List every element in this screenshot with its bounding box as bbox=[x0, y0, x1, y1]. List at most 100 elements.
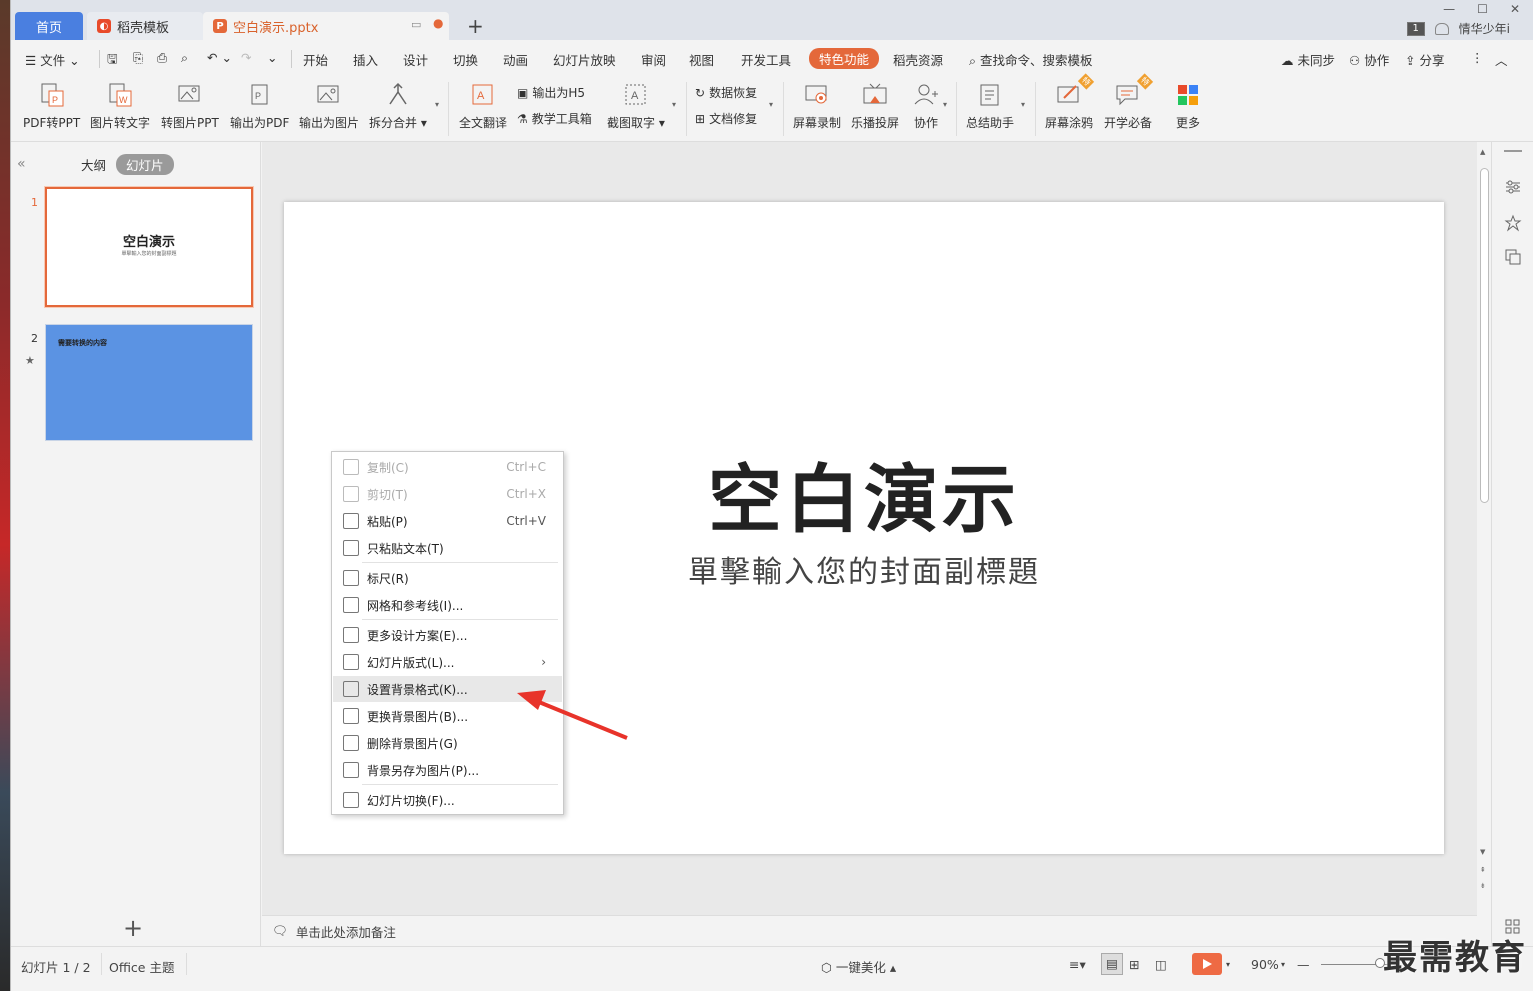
menu-slideshow[interactable]: 幻灯片放映 bbox=[553, 50, 616, 69]
zoom-dropdown-icon[interactable]: ▾ bbox=[1281, 960, 1285, 969]
avatar-icon[interactable] bbox=[1434, 22, 1449, 35]
school-essentials-button[interactable]: 特 开学必备 bbox=[1104, 73, 1154, 131]
screen-draw-button[interactable]: 特 屏幕涂鸦 bbox=[1045, 73, 1095, 131]
menu-animation[interactable]: 动画 bbox=[503, 50, 528, 69]
play-slideshow-button[interactable] bbox=[1192, 953, 1222, 975]
dropdown-arrow-icon[interactable]: ▾ bbox=[769, 100, 773, 109]
copy-layers-icon[interactable] bbox=[1504, 248, 1522, 266]
teaching-tools-button[interactable]: ⚗ 教学工具箱 bbox=[517, 110, 592, 127]
print-icon[interactable]: ⎙ bbox=[157, 50, 167, 66]
file-menu[interactable]: ☰ 文件 ⌄ bbox=[25, 50, 80, 69]
share-button[interactable]: ⇪ 分享 bbox=[1405, 50, 1444, 69]
beautify-button[interactable]: ⬡ 一键美化 ▴ bbox=[821, 957, 896, 976]
tab-slides[interactable]: 幻灯片 bbox=[116, 154, 174, 175]
menu-item-paste[interactable]: 粘贴(P) Ctrl+V bbox=[333, 508, 562, 534]
menu-item-save-bg-image[interactable]: 背景另存为图片(P)... bbox=[333, 757, 562, 783]
ribbon-collab-button[interactable]: 协作 bbox=[911, 80, 941, 131]
dropdown-arrow-icon[interactable]: ▾ bbox=[943, 100, 947, 109]
to-image-ppt-button[interactable]: 转图片PPT bbox=[161, 80, 219, 131]
tab-document[interactable]: P 空白演示.pptx ▭ ● bbox=[203, 12, 449, 40]
menu-special-features[interactable]: 特色功能 bbox=[809, 48, 880, 69]
summary-assistant-button[interactable]: 总结助手 bbox=[966, 80, 1014, 131]
scrollbar-thumb[interactable] bbox=[1480, 168, 1489, 503]
vertical-scrollbar[interactable]: ▲ ▼ ⇞ ⇟ bbox=[1477, 142, 1491, 915]
notes-toggle-icon[interactable]: ≡▾ bbox=[1069, 957, 1086, 972]
user-name[interactable]: 情华少年i bbox=[1459, 20, 1510, 37]
menu-review[interactable]: 审阅 bbox=[641, 50, 666, 69]
collapse-panel-icon[interactable]: « bbox=[17, 156, 26, 172]
menu-item-slide-layout[interactable]: 幻灯片版式(L)... › bbox=[333, 649, 562, 675]
notes-placeholder[interactable]: 单击此处添加备注 bbox=[296, 922, 396, 941]
export-icon[interactable]: ⎘ bbox=[133, 50, 143, 66]
tab-outline[interactable]: 大纲 bbox=[81, 155, 106, 174]
tab-home[interactable]: 首页 bbox=[15, 12, 83, 40]
tab-template[interactable]: ◐ 稻壳模板 bbox=[87, 12, 203, 40]
scroll-up-icon[interactable]: ▲ bbox=[1480, 148, 1485, 156]
sync-status[interactable]: ☁ 未同步 bbox=[1281, 50, 1335, 69]
menu-developer[interactable]: 开发工具 bbox=[741, 50, 791, 69]
screenshot-ocr-button[interactable]: A 截图取字 ▾ bbox=[607, 80, 665, 131]
menu-item-ruler[interactable]: 标尺(R) bbox=[333, 565, 562, 591]
data-recovery-button[interactable]: ↻ 数据恢复 bbox=[695, 84, 757, 101]
undo-icon[interactable]: ↶ ⌄ bbox=[207, 50, 232, 65]
split-merge-button[interactable]: 拆分合并 ▾ bbox=[369, 80, 427, 131]
slide-thumbnail-1[interactable]: 空白演示 單擊輸入您的封面副標題 bbox=[45, 187, 253, 307]
menu-docer-resources[interactable]: 稻壳资源 bbox=[893, 50, 943, 69]
menu-view[interactable]: 视图 bbox=[689, 50, 714, 69]
menu-item-paste-text-only[interactable]: 只粘贴文本(T) bbox=[333, 535, 562, 561]
more-options-icon[interactable]: ⋮ bbox=[1471, 50, 1484, 65]
minimize-icon[interactable]: — bbox=[1443, 2, 1455, 16]
translate-button[interactable]: A 全文翻译 bbox=[459, 80, 507, 131]
dropdown-arrow-icon[interactable]: ▾ bbox=[672, 100, 676, 109]
cast-screen-button[interactable]: 乐播投屏 bbox=[851, 80, 899, 131]
dropdown-arrow-icon[interactable]: ▾ bbox=[1021, 100, 1025, 109]
menu-design[interactable]: 设计 bbox=[403, 50, 428, 69]
save-icon[interactable]: 🖫 bbox=[107, 50, 118, 71]
window-count-badge[interactable]: 1 bbox=[1406, 21, 1425, 36]
notes-bar[interactable]: 🗨 单击此处添加备注 bbox=[262, 915, 1477, 946]
export-image-button[interactable]: 输出为图片 bbox=[299, 80, 359, 131]
menu-item-change-bg-image[interactable]: 更换背景图片(B)... bbox=[333, 703, 562, 729]
add-slide-button[interactable]: + bbox=[123, 914, 143, 942]
zoom-level[interactable]: 90% bbox=[1251, 957, 1279, 972]
screen-record-button[interactable]: 屏幕录制 bbox=[793, 80, 841, 131]
menu-item-delete-bg-image[interactable]: 删除背景图片(G) bbox=[333, 730, 562, 756]
export-pdf-button[interactable]: P 输出为PDF bbox=[230, 80, 289, 131]
doc-repair-button[interactable]: ⊞ 文档修复 bbox=[695, 110, 757, 127]
settings-sliders-icon[interactable] bbox=[1504, 178, 1522, 196]
pdf-to-ppt-button[interactable]: P PDF转PPT bbox=[23, 80, 80, 131]
menu-item-format-background[interactable]: 设置背景格式(K)... bbox=[333, 676, 562, 702]
zoom-out-icon[interactable]: — bbox=[1297, 957, 1310, 972]
dropdown-arrow-icon[interactable]: ▾ bbox=[435, 100, 439, 109]
collapse-ribbon-icon[interactable]: ︿ bbox=[1495, 50, 1508, 69]
menu-item-grid-guides[interactable]: 网格和参考线(I)... bbox=[333, 592, 562, 618]
theme-name[interactable]: Office 主题 bbox=[109, 957, 174, 976]
monitor-icon[interactable]: ▭ bbox=[411, 18, 421, 31]
menu-insert[interactable]: 插入 bbox=[353, 50, 378, 69]
menu-start[interactable]: 开始 bbox=[303, 50, 328, 69]
next-slide-icon[interactable]: ⇟ bbox=[1480, 882, 1486, 890]
preview-icon[interactable]: ⌕ bbox=[181, 50, 188, 66]
reading-view-icon[interactable]: ◫ bbox=[1155, 957, 1167, 972]
sorter-view-icon[interactable]: ⊞ bbox=[1129, 957, 1139, 972]
collab-button[interactable]: ⚇ 协作 bbox=[1349, 50, 1389, 69]
menu-transition[interactable]: 切换 bbox=[453, 50, 478, 69]
menu-item-more-design[interactable]: 更多设计方案(E)... bbox=[333, 622, 562, 648]
handle-icon[interactable] bbox=[1504, 150, 1522, 152]
customize-icon[interactable]: ⌄ bbox=[267, 50, 277, 65]
star-icon[interactable] bbox=[1504, 214, 1522, 232]
play-dropdown-icon[interactable]: ▾ bbox=[1226, 960, 1230, 969]
scroll-down-icon[interactable]: ▼ bbox=[1480, 848, 1485, 856]
new-tab-button[interactable]: + bbox=[467, 14, 484, 38]
slide-thumbnail-2[interactable]: 需要转换的内容 bbox=[45, 324, 253, 441]
maximize-icon[interactable]: ☐ bbox=[1477, 2, 1488, 16]
menu-item-slide-transition[interactable]: 幻灯片切换(F)... bbox=[333, 787, 562, 813]
redo-icon[interactable]: ↷ bbox=[241, 50, 251, 65]
image-to-text-button[interactable]: W 图片转文字 bbox=[90, 80, 150, 131]
close-icon[interactable]: ✕ bbox=[1510, 2, 1520, 16]
prev-slide-icon[interactable]: ⇞ bbox=[1480, 866, 1486, 874]
normal-view-icon[interactable]: ▤ bbox=[1101, 953, 1123, 975]
command-search[interactable]: ⌕ 查找命令、搜索模板 bbox=[969, 50, 1093, 69]
more-button[interactable]: 更多 bbox=[1173, 80, 1203, 131]
export-h5-button[interactable]: ▣ 输出为H5 bbox=[517, 84, 585, 101]
